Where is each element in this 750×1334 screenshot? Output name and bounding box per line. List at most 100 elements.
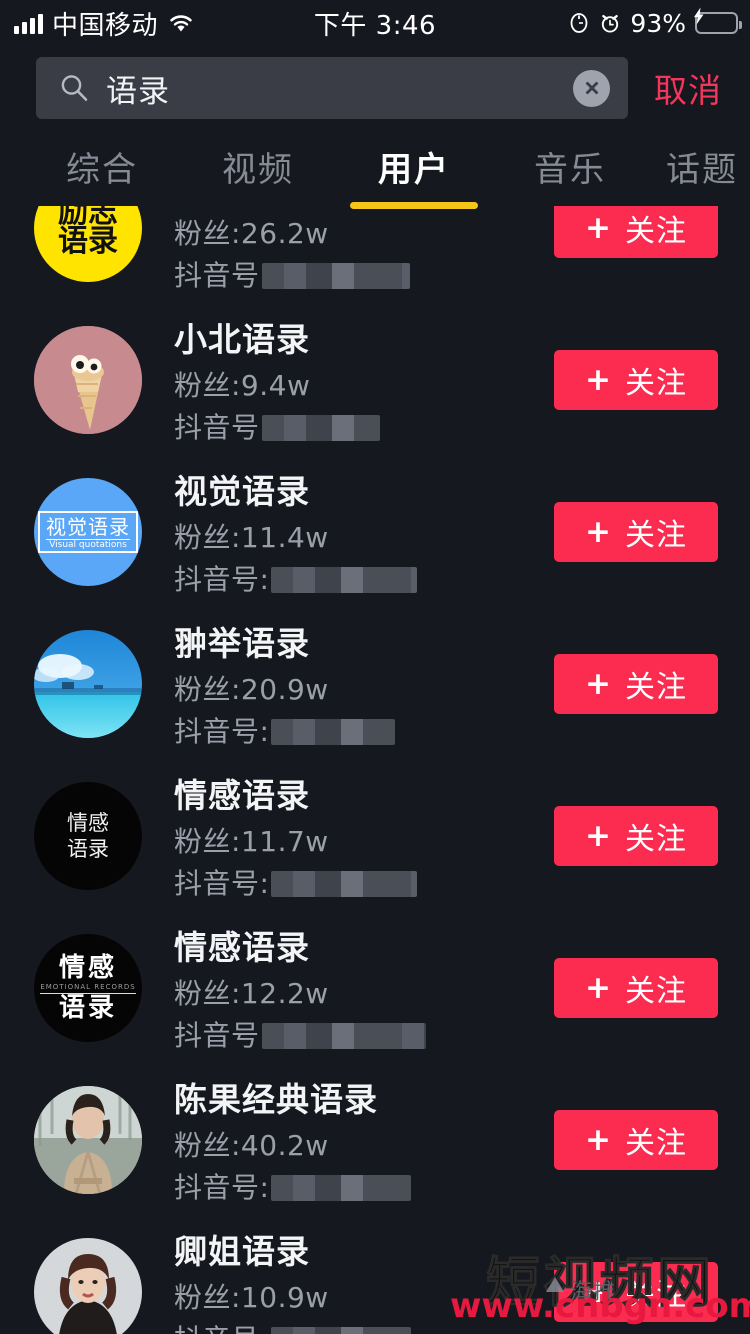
- user-name: 翀举语录: [174, 623, 310, 663]
- cancel-button[interactable]: 取消: [628, 64, 732, 112]
- douyin-id-label: 抖音号: [174, 1018, 260, 1052]
- follow-label: 关注: [624, 1126, 687, 1161]
- list-item[interactable]: 情感 EMOTIONAL RECORDS 语录 情感语录 粉丝:12.2w 抖音…: [0, 912, 750, 1064]
- douyin-id-label: 抖音号:: [174, 1170, 270, 1204]
- user-name: 视觉语录: [174, 471, 310, 511]
- user-name: 卿姐语录: [174, 1231, 310, 1271]
- follow-label: 关注: [624, 518, 687, 553]
- avatar[interactable]: 情感 EMOTIONAL RECORDS 语录: [34, 934, 142, 1042]
- plus-icon: +: [585, 969, 612, 1006]
- douyin-id-label: 抖音号:: [174, 562, 270, 596]
- tab-user[interactable]: 用户: [348, 142, 480, 209]
- avatar[interactable]: 励志 语录: [34, 206, 142, 282]
- status-bar: 中国移动 下午 3:46 93%: [0, 0, 750, 46]
- follow-button[interactable]: + 关注: [554, 350, 718, 410]
- follow-button[interactable]: + 关注: [554, 958, 718, 1018]
- user-name: 陈果经典语录: [174, 1079, 378, 1119]
- avatar-text-line: 语录: [67, 837, 109, 861]
- avatar[interactable]: [34, 1238, 142, 1334]
- woman-coat-photo-icon: [34, 1086, 142, 1194]
- avatar-text-line: 情感: [67, 810, 109, 835]
- plus-icon: +: [585, 665, 612, 702]
- avatar[interactable]: [34, 326, 142, 434]
- douyin-id-line: 抖音号:: [174, 1324, 554, 1334]
- ocean-photo-icon: [34, 630, 142, 738]
- user-name: 小北语录: [174, 319, 310, 359]
- battery-charging-icon: [694, 7, 742, 34]
- douyin-id-label: 抖音号: [174, 410, 260, 444]
- tab-video[interactable]: 视频: [192, 142, 324, 195]
- avatar-text-line: 情感: [58, 953, 117, 983]
- tab-active-underline: [350, 201, 478, 209]
- user-info: 情感语录 粉丝:12.2w 抖音号: [174, 925, 554, 1052]
- follower-count: 粉丝:12.2w: [174, 976, 329, 1010]
- tab-label: 综合: [66, 149, 138, 190]
- search-input[interactable]: 语录: [36, 57, 628, 119]
- clock-label: 下午 3:46: [313, 10, 437, 41]
- follower-count: 粉丝:11.4w: [174, 520, 329, 554]
- list-item[interactable]: 翀举语录 粉丝:20.9w 抖音号: + 关注: [0, 608, 750, 760]
- douyin-id-line: 抖音号:: [174, 868, 554, 900]
- tab-label: 音乐: [534, 149, 606, 190]
- douyin-id-label: 抖音号: [174, 258, 260, 292]
- follower-count: 粉丝:40.2w: [174, 1128, 329, 1162]
- douyin-id-line: 抖音号:: [174, 1170, 554, 1204]
- list-item[interactable]: 视觉语录 Visual quotations 视觉语录 粉丝:11.4w 抖音号…: [0, 456, 750, 608]
- follow-label: 关注: [624, 366, 687, 401]
- douyin-id-line: 抖音号: [174, 410, 554, 444]
- list-item[interactable]: 小北语录 粉丝:9.4w 抖音号 + 关注: [0, 304, 750, 456]
- user-name: 情感语录: [174, 927, 310, 967]
- avatar-text-line: 视觉语录: [46, 515, 130, 539]
- follow-button[interactable]: + 关注: [554, 1110, 718, 1170]
- user-info: 陈果经典语录 粉丝:40.2w 抖音号:: [174, 1077, 554, 1204]
- follow-button[interactable]: + 关注: [554, 654, 718, 714]
- douyin-id-masked: [261, 415, 380, 442]
- douyin-id-label: 抖音号:: [174, 714, 270, 748]
- rotation-lock-icon: [568, 12, 590, 34]
- follow-button[interactable]: + 关注: [554, 206, 718, 258]
- user-info: 小北语录 粉丝:9.4w 抖音号: [174, 317, 554, 444]
- follow-label: 关注: [624, 214, 687, 249]
- cartoon-cone-icon: [34, 326, 142, 434]
- follow-button[interactable]: + 关注: [554, 502, 718, 562]
- avatar-text-line: 语录: [58, 224, 118, 259]
- avatar[interactable]: [34, 1086, 142, 1194]
- douyin-id-line: 抖音号:: [174, 562, 554, 596]
- avatar[interactable]: [34, 630, 142, 738]
- douyin-id-masked: [261, 1023, 426, 1050]
- douyin-id-masked: [271, 567, 418, 594]
- list-item[interactable]: 陈果经典语录 粉丝:40.2w 抖音号: + 关注: [0, 1064, 750, 1216]
- follow-button[interactable]: + 关注: [554, 1262, 718, 1322]
- plus-icon: +: [585, 817, 612, 854]
- search-result-tabs: 综合 视频 用户 音乐 话题 地: [0, 130, 750, 209]
- user-info: 卿姐语录 粉丝:10.9w 抖音号:: [174, 1229, 554, 1334]
- tab-topic[interactable]: 话题: [636, 142, 750, 195]
- status-bar-right: 93%: [568, 0, 742, 46]
- plus-icon: +: [585, 361, 612, 398]
- tab-music[interactable]: 音乐: [504, 142, 636, 195]
- follower-count: 粉丝:11.7w: [174, 824, 329, 858]
- woman-portrait-photo-icon: [34, 1238, 142, 1334]
- user-result-list-inner: 励志语录 励志语录 粉丝:26.2w 抖音号 + 关注: [0, 206, 750, 1334]
- user-info: 励志语录 粉丝:26.2w 抖音号: [174, 206, 554, 291]
- tab-comprehensive[interactable]: 综合: [36, 142, 168, 195]
- clear-icon[interactable]: [573, 69, 610, 107]
- douyin-id-line: 抖音号: [174, 1018, 554, 1052]
- list-item[interactable]: 情感 语录 情感语录 粉丝:11.7w 抖音号: + 关注: [0, 760, 750, 912]
- follow-button[interactable]: + 关注: [554, 806, 718, 866]
- avatar[interactable]: 情感 语录: [34, 782, 142, 890]
- follower-count: 粉丝:10.9w: [174, 1280, 329, 1314]
- plus-icon: +: [585, 513, 612, 550]
- follower-count: 粉丝:20.9w: [174, 672, 329, 706]
- user-result-list[interactable]: 励志语录 励志语录 粉丝:26.2w 抖音号 + 关注: [0, 206, 750, 1334]
- avatar[interactable]: 视觉语录 Visual quotations: [34, 478, 142, 586]
- list-item[interactable]: 卿姐语录 粉丝:10.9w 抖音号: + 关注: [0, 1216, 750, 1334]
- user-info: 视觉语录 粉丝:11.4w 抖音号:: [174, 469, 554, 596]
- douyin-id-masked: [271, 871, 418, 898]
- avatar-subtext-line: Visual quotations: [46, 539, 130, 550]
- douyin-id-masked: [261, 263, 410, 290]
- app-screen: 中国移动 下午 3:46 93% 语录 取消 综合 视频 用户 音乐 话题 励志…: [0, 0, 750, 1334]
- list-item[interactable]: 励志语录 励志语录 粉丝:26.2w 抖音号 + 关注: [0, 206, 750, 304]
- follow-label: 关注: [624, 1278, 687, 1313]
- follower-count: 粉丝:26.2w: [174, 216, 329, 250]
